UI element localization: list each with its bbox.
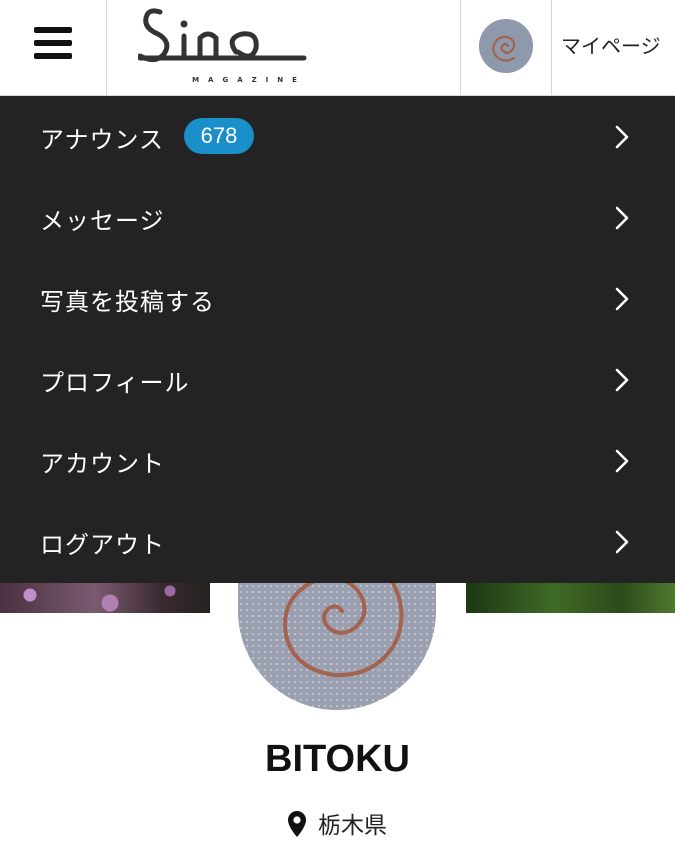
logo-subtext: MAGAZINE: [192, 76, 306, 84]
site-logo[interactable]: MAGAZINE: [108, 0, 460, 96]
menu-item-account[interactable]: アカウント: [0, 420, 675, 501]
menu-item-logout[interactable]: ログアウト: [0, 501, 675, 582]
chevron-right-icon: [614, 368, 630, 396]
avatar: [479, 19, 533, 73]
map-pin-icon: [288, 811, 306, 843]
menu-item-label: ログアウト: [40, 531, 165, 559]
chevron-right-icon: [614, 206, 630, 234]
hamburger-icon-bar: [34, 53, 72, 59]
menu-item-label: プロフィール: [40, 369, 190, 397]
menu-item-label: アナウンス: [40, 126, 165, 154]
chevron-right-icon: [614, 530, 630, 558]
menu-item-post-photo[interactable]: 写真を投稿する: [0, 258, 675, 339]
user-avatar-button[interactable]: [460, 0, 552, 96]
chevron-right-icon: [614, 125, 630, 153]
announce-count-badge: 678: [184, 118, 254, 154]
menu-item-profile[interactable]: プロフィール: [0, 339, 675, 420]
mypage-link[interactable]: マイページ: [552, 0, 675, 96]
mypage-label: マイページ: [561, 34, 661, 58]
sino-logo-mark: [138, 8, 307, 62]
hamburger-icon: [34, 27, 72, 33]
location-text: 栃木県: [318, 813, 387, 839]
app-header: MAGAZINE マイページ: [0, 0, 675, 96]
chevron-right-icon: [614, 287, 630, 315]
profile-name: BITOKU: [265, 738, 410, 780]
profile-location: 栃木県: [0, 806, 675, 843]
menu-button[interactable]: [0, 0, 107, 96]
cover-flowers: [0, 583, 210, 613]
menu-item-announce[interactable]: アナウンス 678: [0, 96, 675, 177]
menu-item-label: メッセージ: [40, 207, 165, 235]
menu-item-messages[interactable]: メッセージ: [0, 177, 675, 258]
hamburger-icon-bar: [34, 40, 72, 46]
menu-item-label: 写真を投稿する: [40, 288, 215, 316]
dropdown-menu: アナウンス 678 メッセージ 写真を投稿する プロフィール アカウント ログア…: [0, 96, 675, 583]
chevron-right-icon: [614, 449, 630, 477]
menu-item-label: アカウント: [40, 450, 165, 478]
